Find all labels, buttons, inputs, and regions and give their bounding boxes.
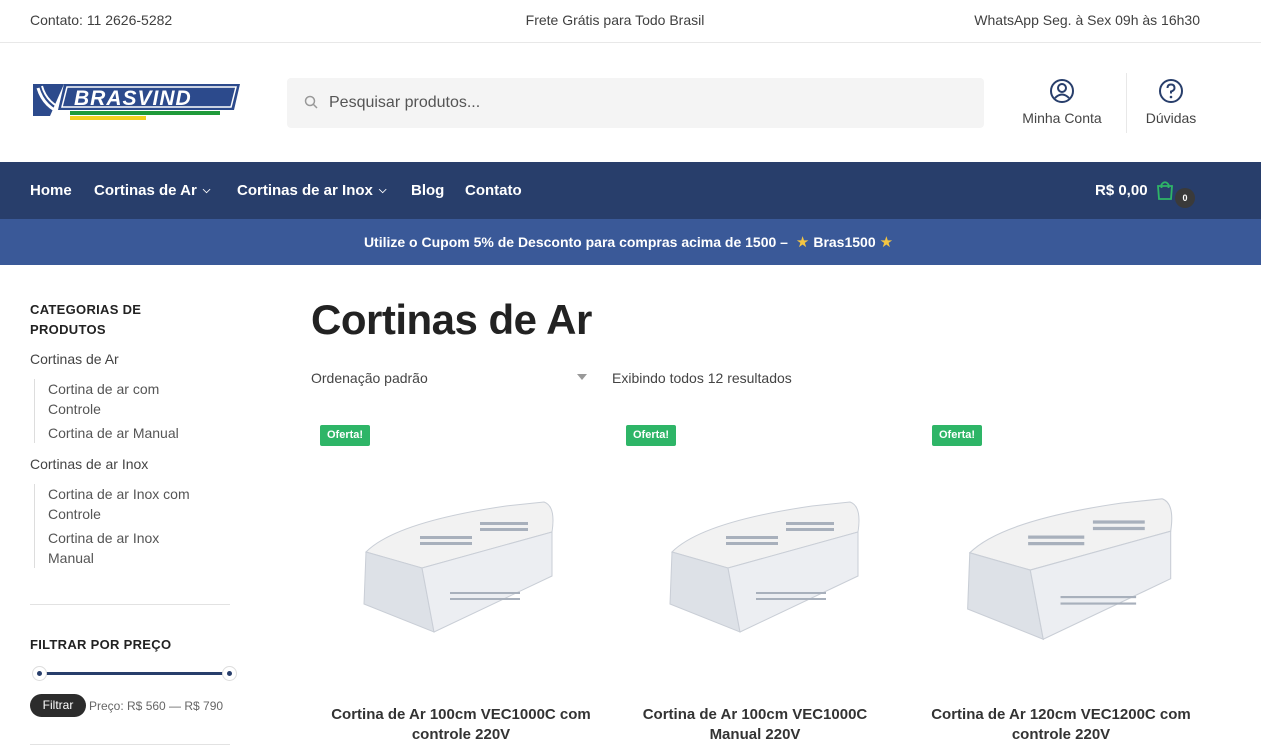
sale-badge: Oferta! bbox=[320, 425, 371, 446]
header-divider bbox=[1126, 73, 1127, 133]
subcategory-inox-manual[interactable]: Cortina de ar Inox Manual bbox=[48, 528, 178, 568]
nav-cortinas-inox-label: Cortinas de ar Inox bbox=[237, 182, 373, 199]
cart-total[interactable]: R$ 0,00 bbox=[1095, 182, 1148, 199]
nav-home-label: Home bbox=[30, 182, 72, 199]
product-search[interactable] bbox=[287, 78, 984, 128]
user-icon bbox=[1050, 79, 1074, 103]
product-image[interactable] bbox=[923, 464, 1213, 684]
price-range-label: Preço: R$ 560 — R$ 790 bbox=[89, 699, 224, 713]
nav-contato[interactable]: Contato bbox=[465, 182, 522, 199]
nav-blog-label: Blog bbox=[411, 182, 445, 199]
nav-blog[interactable]: Blog bbox=[411, 182, 444, 199]
product-image[interactable] bbox=[311, 464, 601, 684]
top-bar: Contato: 11 2626-5282 Frete Grátis para … bbox=[0, 0, 1261, 43]
dropdown-arrow-icon bbox=[577, 374, 587, 380]
main-navigation: Home Cortinas de Ar ⌵ Cortinas de ar Inox… bbox=[0, 162, 1261, 219]
promo-code: Bras1500 bbox=[813, 234, 876, 250]
product-image[interactable] bbox=[617, 464, 907, 684]
star-icon: ★ bbox=[795, 234, 810, 251]
product-title[interactable]: Cortina de Ar 120cm VEC1200C com control… bbox=[923, 705, 1199, 745]
categories-title-line2: PRODUTOS bbox=[30, 322, 106, 337]
subcategory-inox-com-controle[interactable]: Cortina de ar Inox com Controle bbox=[48, 484, 213, 524]
brasvind-logo-icon: BRASVIND bbox=[33, 84, 240, 120]
category-cortinas-de-ar[interactable]: Cortinas de Ar bbox=[30, 349, 230, 369]
product-title[interactable]: Cortina de Ar 100cm VEC1000C Manual 220V bbox=[617, 705, 893, 745]
whatsapp-hours: WhatsApp Seg. à Sex 09h às 16h30 bbox=[974, 12, 1200, 28]
subcategory-list: Cortina de ar com Controle Cortina de ar… bbox=[34, 379, 230, 443]
subcategory-com-controle[interactable]: Cortina de ar com Controle bbox=[48, 379, 188, 419]
subcategory-list: Cortina de ar Inox com Controle Cortina … bbox=[34, 484, 230, 568]
sort-select[interactable]: Ordenação padrão bbox=[311, 370, 587, 386]
filter-button[interactable]: Filtrar bbox=[30, 694, 86, 717]
search-input[interactable] bbox=[329, 78, 969, 128]
question-icon bbox=[1159, 79, 1183, 103]
result-count: Exibindo todos 12 resultados bbox=[612, 370, 792, 386]
sale-badge: Oferta! bbox=[626, 425, 677, 446]
price-slider-max-handle[interactable] bbox=[222, 666, 237, 681]
shopping-bag-icon[interactable] bbox=[1156, 180, 1174, 200]
faq-link[interactable]: Dúvidas bbox=[1131, 78, 1211, 126]
nav-contato-label: Contato bbox=[465, 182, 522, 199]
sidebar: CATEGORIAS DE PRODUTOS Cortinas de Ar Co… bbox=[30, 300, 230, 568]
subcategory-manual[interactable]: Cortina de ar Manual bbox=[48, 423, 230, 443]
categories-title-line1: CATEGORIAS DE bbox=[30, 302, 142, 317]
nav-cortinas-inox[interactable]: Cortinas de ar Inox ⌵ bbox=[237, 182, 386, 199]
category-cortinas-inox[interactable]: Cortinas de ar Inox bbox=[30, 454, 230, 474]
promo-banner: Utilize o Cupom 5% de Desconto para comp… bbox=[0, 219, 1261, 265]
chevron-down-icon: ⌵ bbox=[202, 185, 211, 196]
sort-selected-label: Ordenação padrão bbox=[311, 370, 428, 386]
page-title: Cortinas de Ar bbox=[311, 296, 592, 343]
my-account-link[interactable]: Minha Conta bbox=[1012, 78, 1112, 126]
sale-badge: Oferta! bbox=[932, 425, 983, 446]
site-logo[interactable]: BRASVIND bbox=[30, 80, 242, 122]
site-header: BRASVIND Minha Conta Dúvidas bbox=[0, 43, 1261, 162]
search-icon bbox=[304, 95, 318, 109]
nav-cortinas-de-ar-label: Cortinas de Ar bbox=[94, 182, 197, 199]
promo-text: Utilize o Cupom 5% de Desconto para comp… bbox=[363, 234, 788, 250]
star-icon: ★ bbox=[879, 234, 894, 251]
price-filter-title: FILTRAR POR PREÇO bbox=[30, 637, 172, 652]
cart-count-badge: 0 bbox=[1175, 188, 1195, 208]
price-slider-track[interactable] bbox=[40, 672, 230, 675]
categories-title: CATEGORIAS DE PRODUTOS bbox=[30, 300, 230, 340]
my-account-label: Minha Conta bbox=[1022, 110, 1102, 126]
svg-text:BRASVIND: BRASVIND bbox=[74, 87, 192, 110]
sidebar-divider bbox=[30, 744, 230, 745]
sidebar-divider bbox=[30, 604, 230, 605]
nav-home[interactable]: Home bbox=[30, 182, 72, 199]
nav-cortinas-de-ar[interactable]: Cortinas de Ar ⌵ bbox=[94, 182, 210, 199]
product-title[interactable]: Cortina de Ar 100cm VEC1000C com control… bbox=[311, 705, 611, 745]
faq-label: Dúvidas bbox=[1145, 110, 1197, 126]
price-slider-min-handle[interactable] bbox=[32, 666, 47, 681]
chevron-down-icon: ⌵ bbox=[378, 185, 387, 196]
